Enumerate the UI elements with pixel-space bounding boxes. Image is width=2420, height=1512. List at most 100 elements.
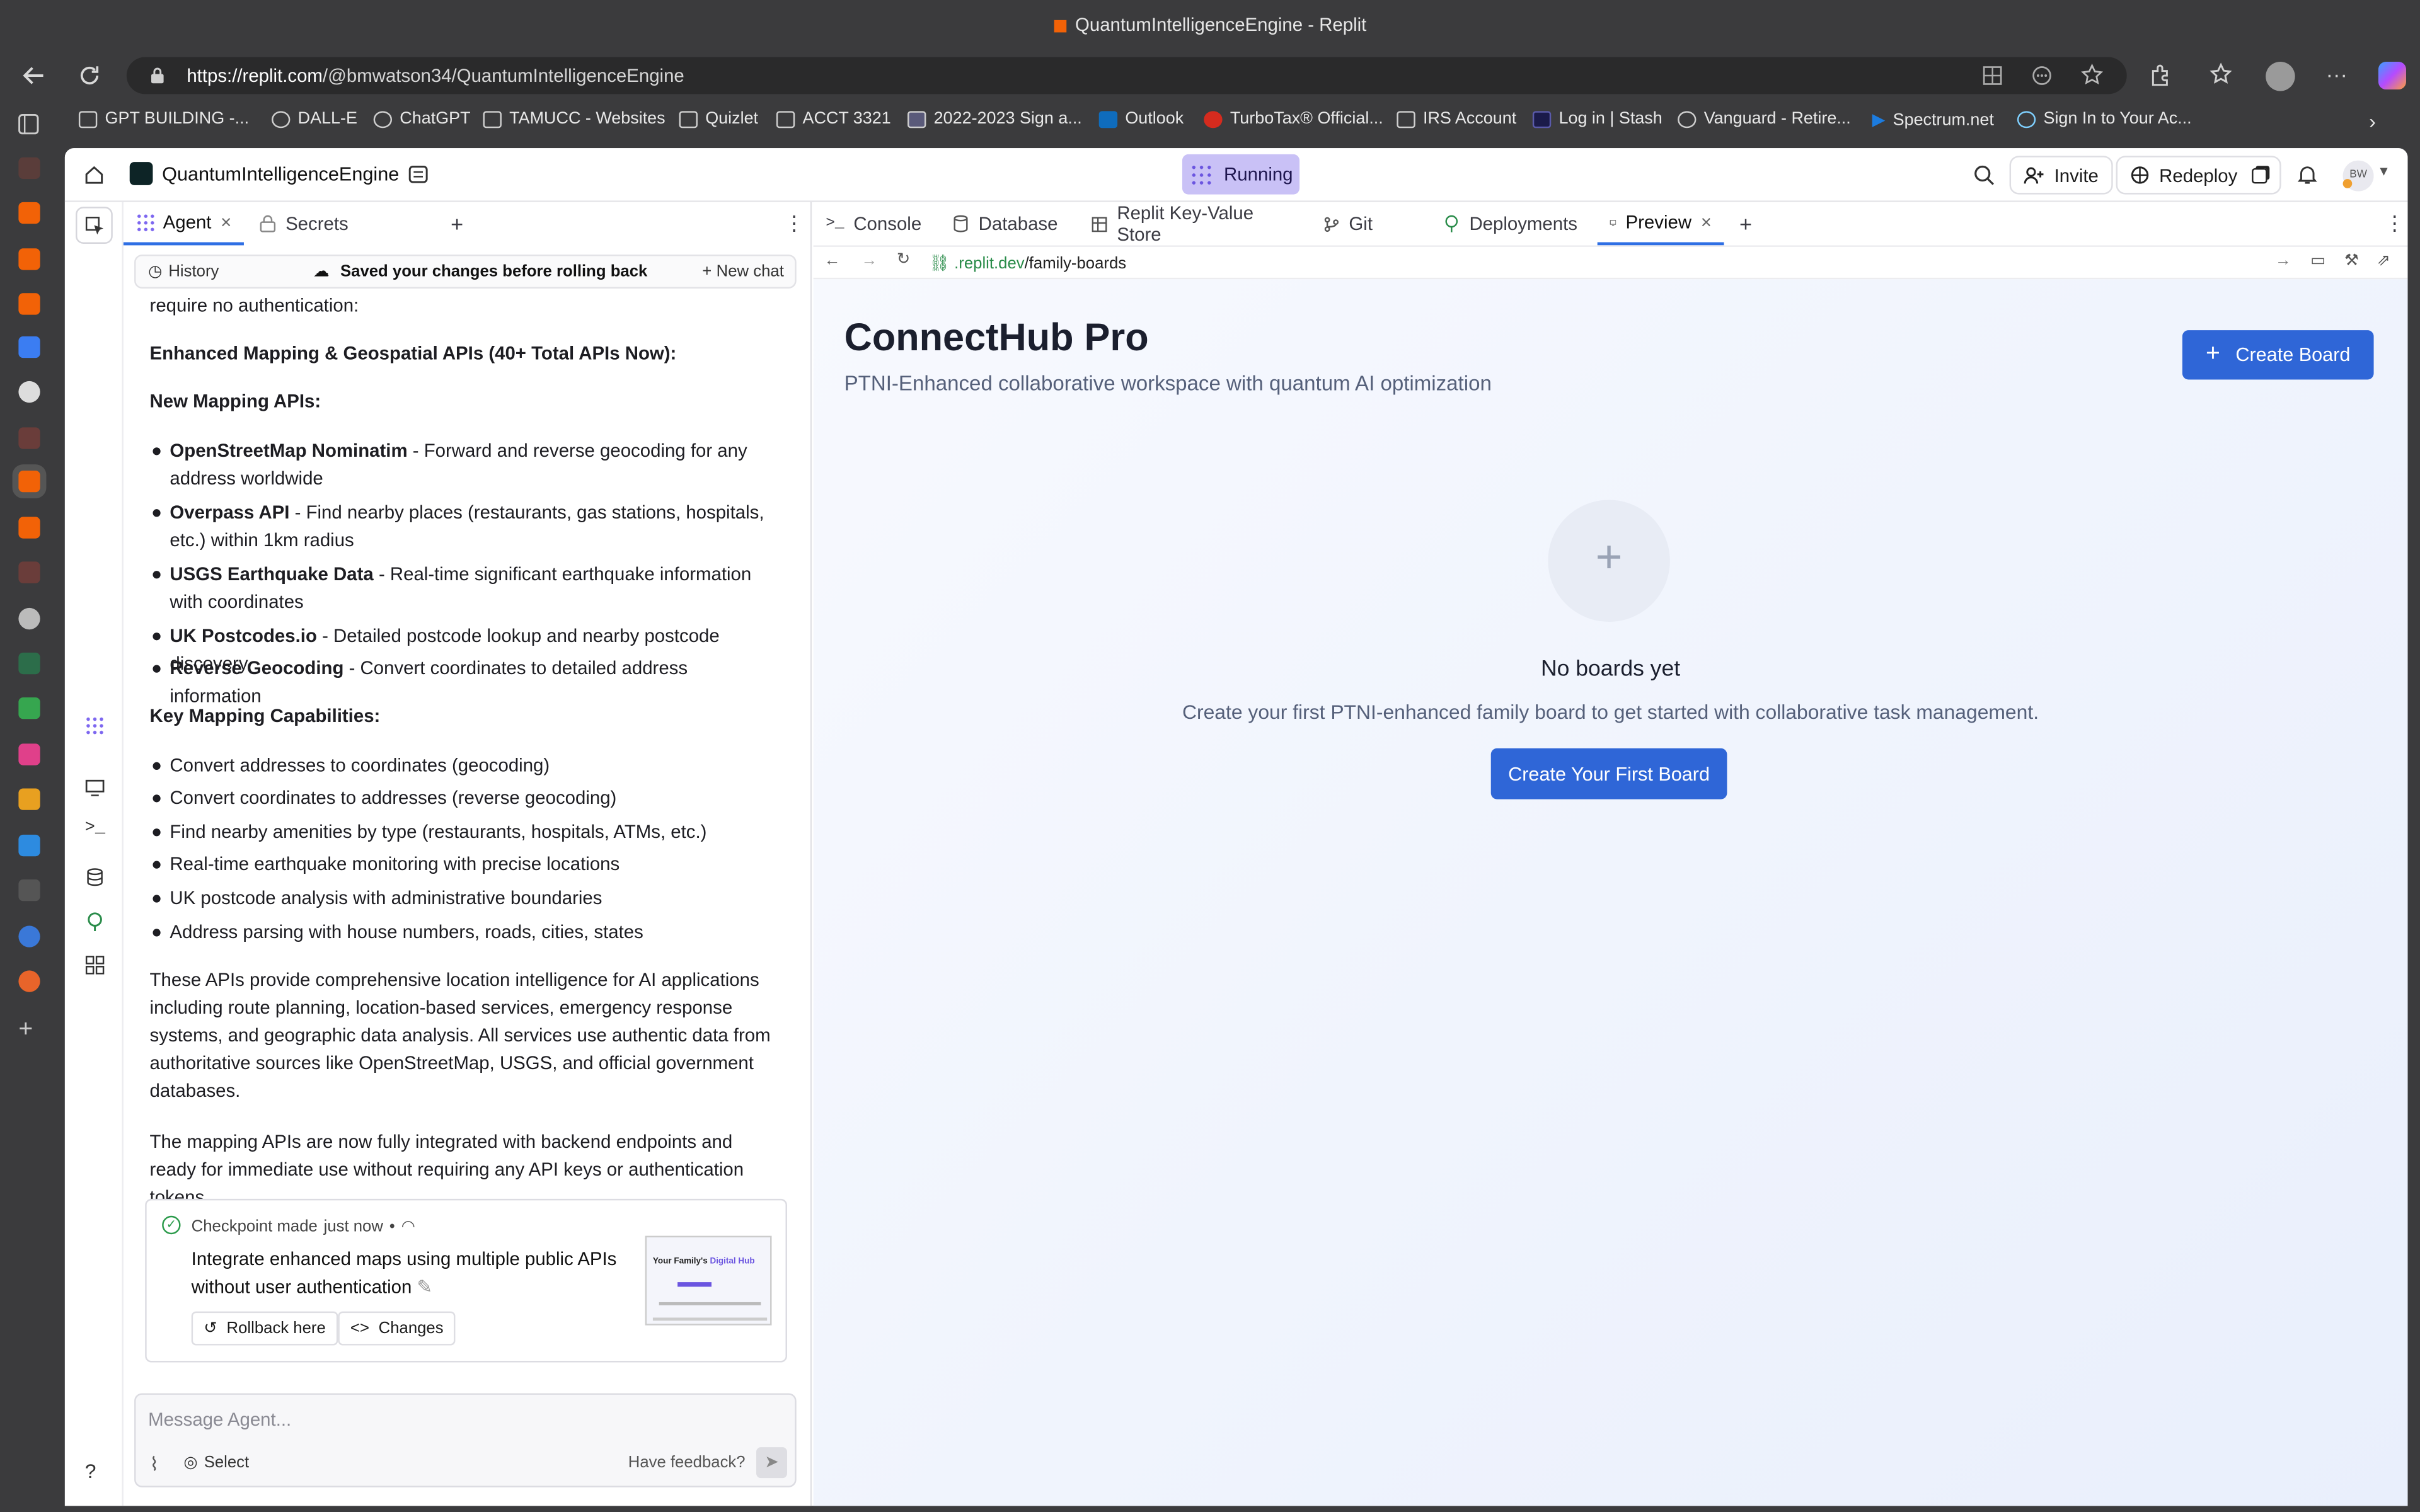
checkpoint-thumbnail[interactable]: Your Family's Digital Hub: [645, 1235, 772, 1326]
create-board-button[interactable]: + Create Board: [2182, 330, 2374, 380]
devtools-wrench-icon[interactable]: ⚒: [2344, 251, 2359, 270]
tab-favicon-replit[interactable]: [18, 248, 40, 270]
browser-menu-icon[interactable]: ···: [2326, 62, 2348, 86]
bookmark-sign[interactable]: 2022-2023 Sign a...: [908, 110, 1082, 128]
select-button[interactable]: ◎ Select: [183, 1453, 249, 1472]
tab-favicon-replit-active[interactable]: [18, 470, 40, 493]
bookmark-quizlet[interactable]: Quizlet: [679, 110, 758, 128]
tab-favicon-site[interactable]: [18, 879, 40, 902]
favorite-star-icon[interactable]: [2080, 63, 2104, 86]
tab-key-value-store[interactable]: Replit Key-Value Store: [1079, 202, 1310, 245]
tab-favicon-github[interactable]: [18, 607, 40, 630]
address-bar[interactable]: https://replit.com/@bmwatson34/QuantumIn…: [126, 57, 2127, 94]
tab-database[interactable]: Database: [940, 202, 1078, 246]
bookmark-vanguard[interactable]: Vanguard - Retire...: [1678, 110, 1851, 128]
bookmark-spectrum[interactable]: ▶ Spectrum.net: [1872, 110, 1994, 130]
tab-console[interactable]: >_ Console: [814, 202, 940, 246]
open-new-window-icon[interactable]: ⇗: [2377, 251, 2390, 270]
tab-preview[interactable]: Preview ×: [1597, 202, 1724, 246]
tab-favicon-replit[interactable]: [18, 202, 40, 224]
edit-pencil-icon[interactable]: ✎: [417, 1276, 432, 1297]
tab-favicon-site[interactable]: [18, 743, 40, 765]
tab-favicon-replit[interactable]: [18, 293, 40, 315]
notifications-bell-icon[interactable]: [2296, 164, 2318, 185]
bookmark-dall-e[interactable]: DALL-E: [272, 110, 357, 128]
tab-favicon-site[interactable]: [18, 788, 40, 810]
preview-tool-icon[interactable]: [85, 777, 105, 798]
deploy-options-icon[interactable]: [2252, 167, 2267, 183]
profile-avatar-icon[interactable]: [2266, 61, 2295, 91]
device-view-icon[interactable]: ▭: [2310, 251, 2325, 270]
preview-back-icon[interactable]: ←: [824, 251, 841, 270]
tab-secrets[interactable]: Secrets: [247, 202, 360, 246]
tab-favicon-site[interactable]: [18, 336, 40, 358]
search-icon[interactable]: [1973, 164, 1996, 187]
bookmark-sign-in[interactable]: Sign In to Your Ac...: [2017, 110, 2192, 128]
message-input[interactable]: Message Agent...: [148, 1409, 291, 1430]
attach-paperclip-icon[interactable]: ⌇: [150, 1453, 159, 1475]
preview-reload-icon[interactable]: ↻: [897, 250, 911, 268]
copilot-icon[interactable]: [2378, 61, 2406, 90]
tab-deployments[interactable]: Deployments: [1431, 202, 1597, 246]
tab-git[interactable]: Git: [1310, 202, 1431, 246]
avatar-chevron-down-icon[interactable]: ▾: [2380, 164, 2387, 181]
agent-tool-icon[interactable]: [84, 716, 105, 736]
bookmark-gpt-building[interactable]: GPT BUILDING -...: [78, 110, 249, 128]
reload-icon[interactable]: [76, 62, 103, 89]
tab-favicon-chatgpt[interactable]: [18, 381, 40, 403]
more-options-circle-icon[interactable]: [2031, 65, 2053, 86]
preview-forward-icon[interactable]: →: [861, 251, 878, 270]
database-tool-icon[interactable]: [85, 867, 105, 887]
bookmark-tamucc[interactable]: TAMUCC - Websites: [483, 110, 666, 128]
shell-tool-icon[interactable]: >_: [85, 819, 105, 837]
bookmarks-overflow-chevron-icon[interactable]: ›: [2369, 110, 2376, 133]
bookmark-acct[interactable]: ACCT 3321: [776, 110, 891, 128]
app-available-icon[interactable]: [1982, 65, 2003, 86]
new-tab-plus-icon[interactable]: +: [18, 1017, 33, 1045]
tab-favicon-search[interactable]: [18, 925, 40, 948]
invite-button[interactable]: Invite: [2009, 156, 2112, 195]
project-menu-icon[interactable]: [408, 164, 429, 185]
lock-icon[interactable]: [148, 66, 166, 84]
project-name[interactable]: QuantumIntelligenceEngine: [162, 164, 399, 185]
changes-button[interactable]: <> Changes: [338, 1311, 456, 1346]
back-arrow-icon[interactable]: [20, 62, 48, 89]
redeploy-button[interactable]: Redeploy: [2116, 156, 2281, 195]
tab-agent[interactable]: Agent ×: [123, 202, 244, 246]
history-button[interactable]: ◷ History: [148, 262, 219, 280]
tab-favicon-site[interactable]: [18, 697, 40, 719]
rollback-button[interactable]: ↺ Rollback here: [191, 1311, 338, 1346]
tab-favicon-site[interactable]: [18, 652, 40, 675]
close-tab-icon[interactable]: ×: [221, 212, 231, 233]
tab-favicon-replit[interactable]: [18, 561, 40, 583]
add-tab-plus-icon[interactable]: +: [1727, 202, 1764, 246]
extensions-icon[interactable]: [2148, 62, 2175, 88]
toggle-panel-button[interactable]: [76, 207, 113, 244]
tab-favicon-google[interactable]: [18, 834, 40, 857]
bookmark-irs[interactable]: IRS Account: [1397, 110, 1516, 128]
bookmark-outlook[interactable]: Outlook: [1098, 110, 1184, 128]
tab-favicon-replit[interactable]: [18, 427, 40, 449]
tab-favicon-replit[interactable]: [18, 157, 40, 180]
tab-favicon-replit[interactable]: [18, 517, 40, 539]
new-chat-button[interactable]: + New chat: [702, 262, 784, 280]
tab-favicon-site[interactable]: [18, 970, 40, 992]
run-status-button[interactable]: Running: [1182, 154, 1300, 195]
favorites-icon[interactable]: [2209, 62, 2235, 88]
feedback-link[interactable]: Have feedback?: [628, 1453, 746, 1472]
bookmark-turbotax[interactable]: TurboTax® Official...: [1204, 110, 1383, 128]
create-first-board-button[interactable]: Create Your First Board: [1490, 748, 1727, 799]
tab-actions-icon[interactable]: [17, 113, 40, 136]
add-tab-plus-icon[interactable]: +: [439, 202, 476, 246]
bookmark-stash[interactable]: Log in | Stash: [1532, 110, 1662, 128]
send-button[interactable]: ➤: [756, 1447, 787, 1479]
url-text[interactable]: https://replit.com/@bmwatson34/QuantumIn…: [187, 65, 684, 86]
home-icon[interactable]: [83, 164, 105, 185]
go-arrow-icon[interactable]: →: [2275, 251, 2291, 270]
all-tools-grid-icon[interactable]: [85, 955, 105, 975]
preview-url[interactable]: ⛓ .replit.dev/family-boards: [929, 253, 1126, 273]
close-tab-icon[interactable]: ×: [1701, 212, 1712, 233]
bookmark-chatgpt[interactable]: ChatGPT: [373, 110, 471, 128]
help-icon[interactable]: ?: [85, 1460, 96, 1483]
deployments-tool-icon[interactable]: [85, 912, 105, 932]
